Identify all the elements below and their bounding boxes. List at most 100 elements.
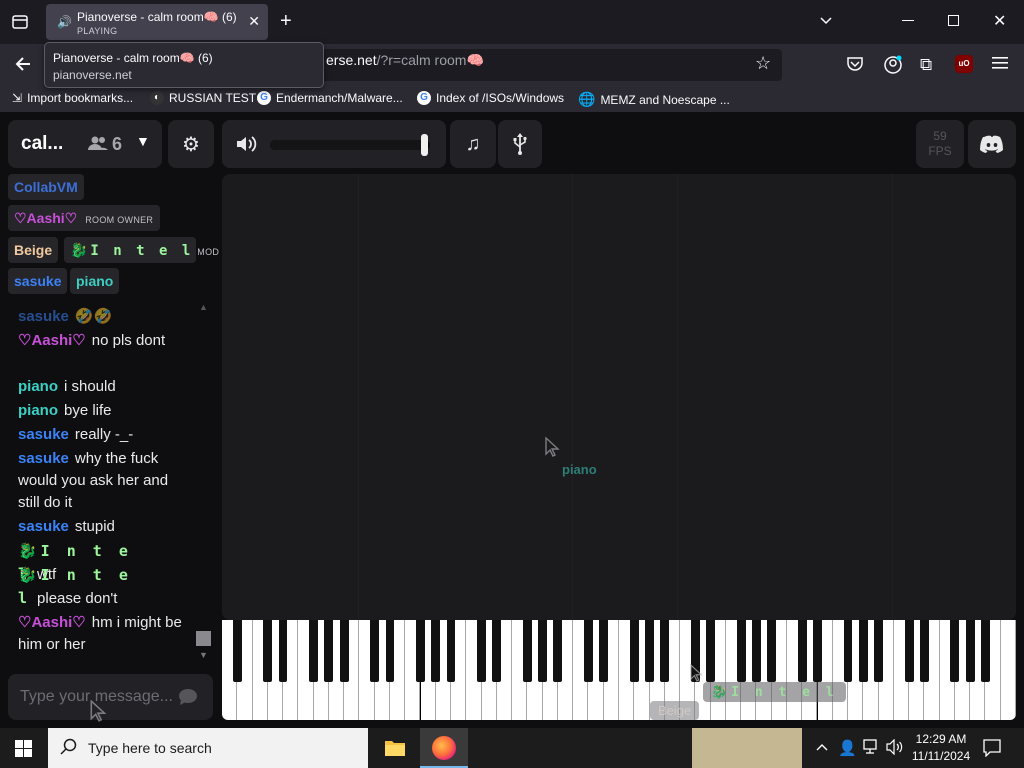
url-text[interactable]: erse.net/?r=calm room🧠 [326,52,484,69]
user-chip-piano[interactable]: piano [70,268,120,294]
piano-black-key[interactable] [522,620,532,682]
piano-black-key[interactable] [385,620,395,682]
speaker-volume-icon[interactable] [235,134,257,159]
piano-black-key[interactable] [538,620,548,682]
piano-black-key[interactable] [339,620,349,682]
chat-message: ♡Aashi♡ no pls dont [18,330,182,352]
piano-black-key[interactable] [919,620,929,682]
extensions-icon[interactable]: ⧉ [920,55,932,75]
user-chip-intel[interactable]: 🐉I n t e l MOD [64,237,219,263]
discord-button[interactable] [968,120,1016,168]
chat-bubble-icon[interactable] [178,688,198,711]
piano-black-key[interactable] [904,620,914,682]
speaker-icon[interactable]: 🔊 [57,15,72,29]
bookmark-label: RUSSIAN TEST [169,91,257,105]
volume-slider[interactable] [270,134,430,156]
settings-button[interactable]: ⚙ [168,120,214,168]
taskbar-search[interactable]: Type here to search [48,728,368,768]
piano-black-key[interactable] [858,620,868,682]
back-button[interactable] [13,54,33,79]
volume-slider-knob[interactable] [420,134,428,156]
windows-taskbar: Type here to search 👤 12:29 AM 11/11/202… [0,728,1024,768]
midi-button[interactable] [498,120,542,168]
chat-text: stupid [74,518,115,535]
piano-black-key[interactable] [324,620,334,682]
piano-black-key[interactable] [629,620,639,682]
piano-black-key[interactable] [370,620,380,682]
piano-black-key[interactable] [843,620,853,682]
chat-user: sasuke [18,308,69,325]
chat-text: bye life [64,402,112,419]
browser-tab-active[interactable]: 🔊 Pianoverse - calm room🧠 (6) PLAYING ✕ [46,4,268,40]
bookmark-label: MEMZ and Noescape ... [600,92,730,107]
piano-black-key[interactable] [599,620,609,682]
chat-scrollbar-thumb[interactable] [196,631,211,646]
tab-list-icon[interactable] [10,12,30,32]
bookmark-import[interactable]: ⇲ Import bookmarks... [12,91,133,105]
piano-black-key[interactable] [736,620,746,682]
piano-black-key[interactable] [263,620,273,682]
piano-black-key[interactable] [751,620,761,682]
file-explorer-icon[interactable] [384,738,406,763]
pianoverse-page: cal... 6 ▼ ⚙ ♫ 59 FPS CollabVM ♡Aashi♡ R… [0,112,1024,728]
piano-black-key[interactable] [232,620,242,682]
chat-text: really -_- [74,426,134,443]
user-chip-collabvm[interactable]: CollabVM [8,174,84,200]
user-tray-icon[interactable]: 👤 [838,739,857,757]
piano-black-key[interactable] [767,620,777,682]
bookmark-endermanch[interactable]: G Endermanch/Malware... [257,91,403,105]
tab-close-icon[interactable]: ✕ [248,13,260,30]
instrument-button[interactable]: ♫ [450,120,496,168]
list-all-tabs-icon[interactable] [818,12,834,33]
bookmark-star-icon[interactable]: ☆ [755,53,771,74]
piano-black-key[interactable] [981,620,990,682]
piano-black-key[interactable] [446,620,456,682]
piano-black-key[interactable] [706,620,716,682]
piano-black-key[interactable] [416,620,425,682]
ublock-icon[interactable]: uO [955,55,973,73]
bookmark-index-isos[interactable]: G Index of /ISOs/Windows [417,91,564,105]
menu-icon[interactable] [992,56,1008,75]
piano-white-key[interactable] [1000,620,1016,720]
user-chip-sasuke[interactable]: sasuke [8,268,68,294]
account-icon[interactable] [883,55,903,80]
room-selector[interactable]: cal... 6 ▼ [8,120,162,168]
bookmark-memz[interactable]: 🌐 MEMZ and Noescape ... [578,91,730,108]
piano-black-key[interactable] [874,620,883,682]
piano-black-key[interactable] [660,620,670,682]
restore-button[interactable] [948,15,959,26]
volume-tray-icon[interactable] [886,738,904,760]
url-host: erse.net [326,52,377,68]
piano-black-key[interactable] [553,620,563,682]
clock[interactable]: 12:29 AM 11/11/2024 [906,731,976,765]
pocket-icon[interactable] [846,55,864,78]
network-icon[interactable] [863,739,881,760]
piano-black-key[interactable] [813,620,822,682]
piano-black-key[interactable] [797,620,807,682]
scrollbar-up-icon[interactable]: ▲ [199,302,208,312]
new-tab-button[interactable]: + [280,10,292,33]
windows-start-icon[interactable] [15,740,32,762]
piano-black-key[interactable] [950,620,960,682]
close-window-button[interactable]: ✕ [993,11,1006,31]
user-chip-beige[interactable]: Beige [8,237,59,263]
piano-black-key[interactable] [309,620,319,682]
piano-black-key[interactable] [584,620,593,682]
piano-black-key[interactable] [477,620,486,682]
user-name: piano [76,273,114,289]
firefox-taskbar-button[interactable] [420,728,468,768]
scrollbar-down-icon[interactable]: ▼ [199,650,208,660]
notifications-icon[interactable] [983,739,1001,762]
piano-black-key[interactable] [965,620,975,682]
show-hidden-icons-icon[interactable] [815,740,829,759]
piano-black-key[interactable] [278,620,288,682]
minimize-button[interactable] [902,20,914,21]
piano-keyboard[interactable] [222,620,1016,720]
user-chip-aashi[interactable]: ♡Aashi♡ ROOM OWNER [8,205,160,231]
piano-black-key[interactable] [431,620,441,682]
globe-icon: 🌐 [578,91,596,107]
piano-black-key[interactable] [492,620,502,682]
bookmark-russian-test[interactable]: ◐ RUSSIAN TEST [150,91,256,105]
room-owner-badge: ROOM OWNER [85,215,154,225]
piano-black-key[interactable] [645,620,654,682]
